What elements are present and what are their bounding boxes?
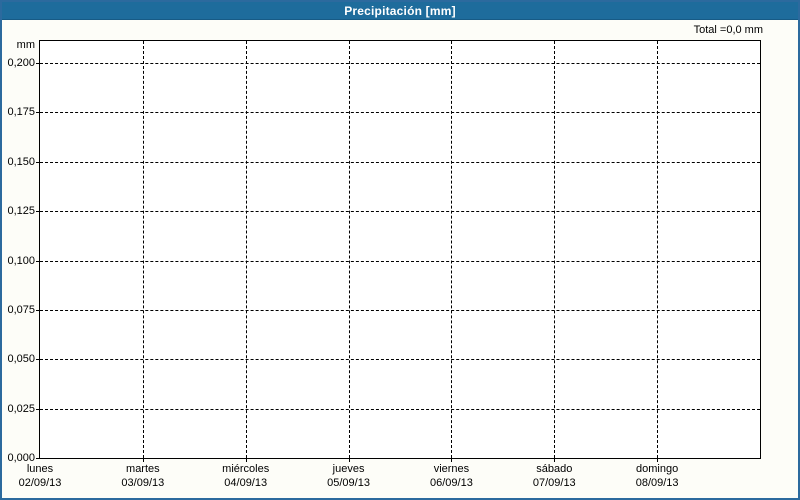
x-axis-label: lunes 02/09/13: [2, 462, 95, 490]
x-label-day: jueves: [332, 463, 365, 475]
x-gridline: [245, 41, 247, 458]
x-axis-label: viernes 06/09/13: [396, 462, 506, 490]
y-axis-tick: [36, 309, 40, 311]
y-axis-tick: [36, 260, 40, 262]
y-gridline: [40, 112, 760, 114]
x-label-date: 07/09/13: [532, 477, 576, 489]
y-tick-label: 0,150: [7, 155, 35, 168]
x-gridline: [657, 41, 659, 458]
x-label-day: viernes: [433, 463, 470, 475]
y-tick-label: 0,125: [7, 205, 35, 218]
y-axis-unit-label: mm: [16, 39, 35, 51]
y-gridline: [40, 408, 760, 410]
chart-title: Precipitación [mm]: [344, 3, 456, 18]
y-tick-label: 0,175: [7, 106, 35, 119]
x-label-date: 02/09/13: [18, 477, 62, 489]
x-axis-label: sábado 07/09/13: [499, 462, 609, 490]
x-axis-label: miércoles 04/09/13: [191, 462, 301, 490]
y-gridline: [40, 211, 760, 213]
y-gridline: [40, 63, 760, 65]
x-label-date: 06/09/13: [430, 477, 473, 489]
x-gridline: [451, 41, 453, 458]
y-tick-label: 0,100: [7, 254, 35, 267]
x-label-day: sábado: [536, 463, 573, 475]
chart-titlebar: Precipitación [mm]: [2, 2, 798, 20]
x-axis-label: martes 03/09/13: [88, 462, 198, 490]
y-tick-label: 0,200: [7, 57, 35, 70]
x-label-date: 08/09/13: [635, 477, 679, 489]
y-gridline: [40, 359, 760, 361]
chart-window: Precipitación [mm] Total =0,0 mm mm 0,00…: [0, 0, 800, 500]
y-axis-tick: [36, 458, 40, 459]
x-gridline: [348, 41, 350, 458]
plot-area: [39, 40, 761, 459]
x-axis-label: domingo 08/09/13: [602, 462, 712, 490]
x-gridline: [554, 41, 556, 458]
y-axis-tick: [36, 112, 40, 114]
y-tick-label: 0,025: [7, 402, 35, 415]
x-label-date: 03/09/13: [121, 477, 165, 489]
y-axis-tick: [36, 161, 40, 163]
y-gridline: [40, 309, 760, 311]
x-axis-label: jueves 05/09/13: [294, 462, 404, 490]
y-tick-label: 0,075: [7, 303, 35, 316]
y-gridline: [40, 161, 760, 163]
y-axis-tick: [36, 359, 40, 361]
x-label-date: 04/09/13: [224, 477, 268, 489]
x-label-date: 05/09/13: [327, 477, 370, 489]
y-axis-tick: [36, 63, 40, 65]
x-label-day: martes: [126, 463, 160, 475]
y-axis-tick: [36, 408, 40, 410]
y-axis-tick: [36, 211, 40, 213]
x-gridline: [142, 41, 144, 458]
total-value-label: Total =0,0 mm: [693, 24, 763, 36]
y-gridline: [40, 260, 760, 262]
y-tick-label: 0,050: [7, 353, 35, 366]
x-label-day: miércoles: [222, 463, 270, 475]
x-label-day: domingo: [636, 463, 679, 475]
x-label-day: lunes: [26, 463, 54, 475]
